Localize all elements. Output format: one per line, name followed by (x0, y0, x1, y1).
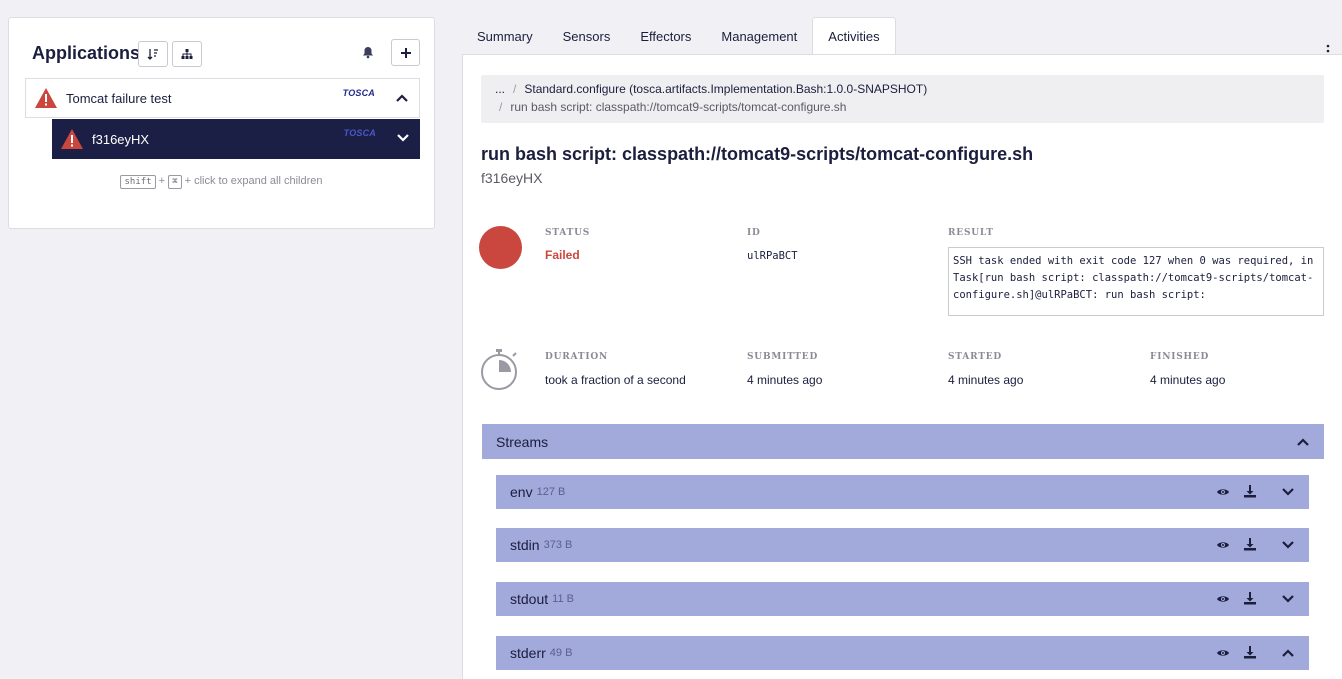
started-label: STARTED (948, 352, 1002, 362)
status-label: STATUS (545, 228, 591, 238)
eye-icon[interactable] (1216, 485, 1230, 499)
finished-label: FINISHED (1150, 352, 1210, 362)
expand-hint: shift + ⌘ + click to expand all children (9, 175, 434, 189)
chevron-down-icon[interactable] (1281, 538, 1295, 552)
breadcrumb-parent[interactable]: Standard.configure (tosca.artifacts.Impl… (524, 82, 927, 96)
id-value: ulRPaBCT (747, 250, 798, 262)
tab-activities[interactable]: Activities (812, 17, 896, 55)
tab-effectors[interactable]: Effectors (625, 17, 706, 55)
stream-size: 11 B (552, 593, 574, 605)
chevron-up-icon[interactable] (1296, 435, 1310, 449)
download-icon[interactable] (1243, 645, 1257, 659)
chevron-down-icon[interactable] (396, 131, 410, 145)
activity-detail: ... / Standard.configure (tosca.artifacts.… (462, 54, 1342, 679)
streams-header[interactable]: Streams (482, 424, 1324, 459)
duration-value: took a fraction of a second (545, 373, 686, 387)
sort-icon (147, 49, 158, 60)
stream-stdout[interactable]: stdout 11 B (496, 582, 1309, 616)
download-icon[interactable] (1243, 484, 1257, 498)
stream-env[interactable]: env 127 B (496, 475, 1309, 509)
stream-stdin[interactable]: stdin 373 B (496, 528, 1309, 562)
tree-item-tomcat-failure-test[interactable]: Tomcat failure test TOSCA (25, 78, 420, 118)
download-icon[interactable] (1243, 591, 1257, 605)
result-text[interactable]: SSH task ended with exit code 127 when 0… (948, 247, 1324, 316)
chevron-up-icon[interactable] (1281, 646, 1295, 660)
submitted-label: SUBMITTED (747, 352, 819, 362)
stopwatch-icon (481, 349, 517, 390)
applications-panel: Applications Tomcat failure test TOSCA f… (8, 17, 435, 229)
breadcrumb-current: run bash script: classpath://tomcat9-scr… (510, 100, 847, 114)
sitemap-icon (181, 49, 193, 59)
finished-value: 4 minutes ago (1150, 373, 1226, 387)
stream-name: stdin (510, 537, 540, 553)
hierarchy-button[interactable] (172, 41, 202, 67)
sort-button[interactable] (138, 41, 168, 67)
chevron-down-icon[interactable] (1281, 592, 1295, 606)
tab-summary[interactable]: Summary (462, 17, 548, 55)
eye-icon[interactable] (1216, 646, 1230, 660)
started-value: 4 minutes ago (948, 373, 1024, 387)
download-icon[interactable] (1243, 537, 1257, 551)
stream-size: 49 B (549, 647, 573, 659)
applications-title: Applications (32, 43, 141, 63)
chevron-down-icon[interactable] (1281, 485, 1295, 499)
tab-bar: Summary Sensors Effectors Management Act… (462, 17, 1342, 58)
add-application-button[interactable] (391, 39, 420, 66)
stream-name: stdout (510, 591, 549, 607)
breadcrumb-ellipsis[interactable]: ... (495, 82, 505, 96)
id-label: ID (747, 228, 761, 238)
shift-key: shift (120, 175, 156, 189)
tree-item-label: Tomcat failure test (66, 90, 172, 106)
submitted-value: 4 minutes ago (747, 373, 823, 387)
eye-icon[interactable] (1216, 538, 1230, 552)
tree-item-label: f316eyHX (92, 131, 150, 147)
chevron-up-icon[interactable] (395, 91, 409, 105)
tosca-logo: TOSCA (342, 88, 375, 98)
tosca-logo: TOSCA (343, 128, 376, 138)
tree-item-f316eyhx[interactable]: f316eyHX TOSCA (52, 119, 420, 159)
tab-sensors[interactable]: Sensors (548, 17, 626, 55)
warning-icon (35, 88, 57, 108)
status-failed-indicator (479, 226, 522, 269)
eye-icon[interactable] (1216, 592, 1230, 606)
breadcrumb: ... / Standard.configure (tosca.artifacts.… (481, 75, 1324, 123)
stream-stderr[interactable]: stderr 49 B (496, 636, 1309, 670)
stream-name: stderr (510, 645, 546, 661)
cmd-key: ⌘ (168, 175, 182, 189)
warning-icon (61, 129, 83, 149)
stream-size: 373 B (543, 539, 573, 551)
stream-name: env (510, 484, 533, 500)
tab-management[interactable]: Management (706, 17, 812, 55)
result-label: RESULT (948, 228, 994, 238)
status-value: Failed (545, 248, 580, 262)
stream-size: 127 B (536, 486, 566, 498)
task-entity[interactable]: f316eyHX (481, 170, 542, 186)
streams-title: Streams (496, 433, 549, 450)
bell-icon[interactable] (359, 43, 377, 61)
duration-label: DURATION (545, 352, 608, 362)
hint-text: + click to expand all children (184, 175, 323, 187)
plus-icon (400, 47, 411, 58)
task-title: run bash script: classpath://tomcat9-scr… (481, 144, 1034, 164)
